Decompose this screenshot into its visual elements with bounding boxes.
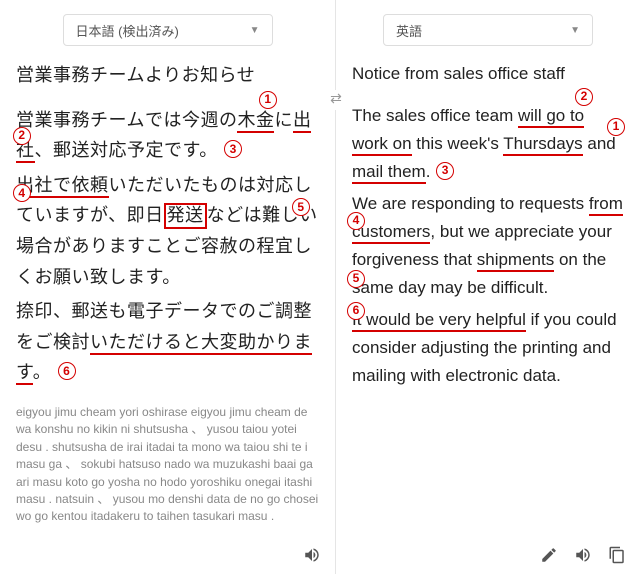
annotation-3: 3 bbox=[224, 140, 242, 158]
target-para-2: We are responding to requests from custo… bbox=[352, 190, 624, 302]
target-language-label: 英語 bbox=[396, 21, 422, 40]
copy-icon[interactable] bbox=[608, 546, 626, 564]
source-para-2: 4 出社で依頼いただいたものは対応していますが、即日発送などは難しい場合がありま… bbox=[16, 170, 319, 292]
annotation-3r: 3 bbox=[436, 162, 454, 180]
target-text: Notice from sales office staff The sales… bbox=[352, 60, 624, 395]
target-pane: 英語 ▼ Notice from sales office staff The … bbox=[335, 0, 640, 574]
speaker-icon[interactable] bbox=[574, 546, 592, 564]
annotation-2: 2 bbox=[13, 127, 31, 145]
annotation-6: 6 bbox=[58, 362, 76, 380]
source-language-label: 日本語 (検出済み) bbox=[76, 21, 179, 40]
annotation-5: 5 bbox=[292, 198, 310, 216]
source-pane: 日本語 (検出済み) ▼ 営業事務チームよりお知らせ 営業事務チームでは今週の木… bbox=[0, 0, 335, 574]
pencil-icon[interactable] bbox=[540, 546, 558, 564]
chevron-down-icon: ▼ bbox=[570, 25, 580, 36]
target-title: Notice from sales office staff bbox=[352, 60, 624, 88]
source-text: 営業事務チームよりお知らせ 営業事務チームでは今週の木金に出社、郵送対応予定です… bbox=[16, 60, 319, 392]
annotation-4: 4 bbox=[13, 184, 31, 202]
box-5: 発送 bbox=[164, 203, 207, 229]
speaker-icon[interactable] bbox=[303, 546, 321, 564]
target-language-select[interactable]: 英語 ▼ bbox=[383, 14, 593, 46]
source-language-select[interactable]: 日本語 (検出済み) ▼ bbox=[63, 14, 273, 46]
annotation-1: 1 bbox=[259, 91, 277, 109]
source-para-1: 営業事務チームでは今週の木金に出社、郵送対応予定です。 3 1 2 bbox=[16, 105, 319, 166]
target-para-1: The sales office team will go to work on… bbox=[352, 102, 624, 186]
source-title: 営業事務チームよりお知らせ bbox=[16, 60, 319, 91]
annotation-2r: 2 bbox=[575, 88, 593, 106]
source-para-3: 捺印、郵送も電子データでのご調整をご検討いただけると大変助かります。 6 bbox=[16, 296, 319, 388]
underline-1: 木金 bbox=[237, 110, 274, 133]
swap-languages-button[interactable]: ⇄ bbox=[326, 90, 346, 110]
romaji-text: eigyou jimu cheam yori oshirase eigyou j… bbox=[16, 404, 319, 526]
target-para-3: 6 It would be very helpful if you could … bbox=[352, 306, 624, 390]
annotation-1r: 1 bbox=[607, 118, 625, 136]
chevron-down-icon: ▼ bbox=[250, 25, 260, 36]
